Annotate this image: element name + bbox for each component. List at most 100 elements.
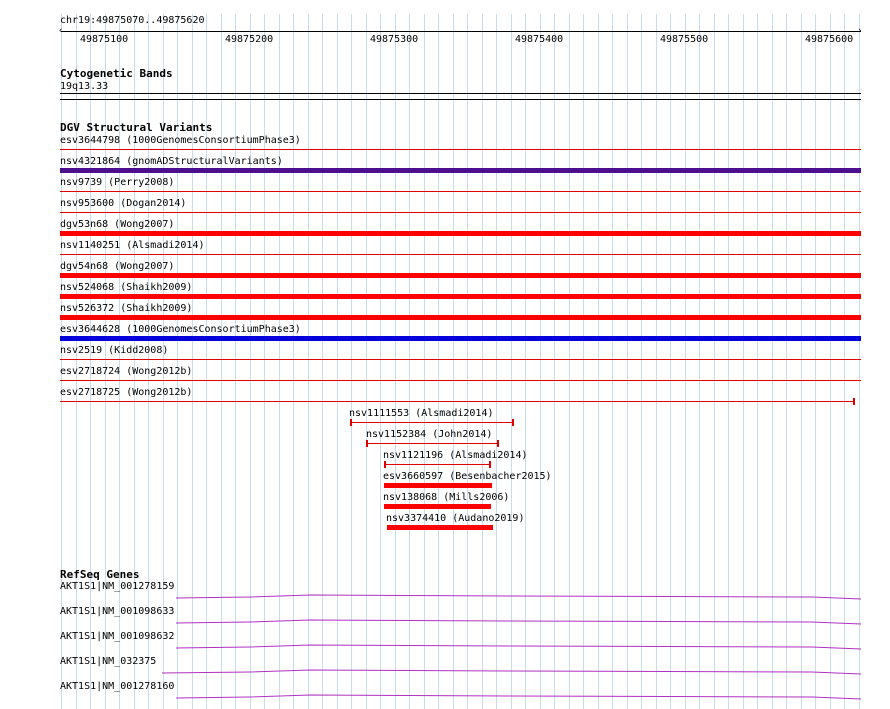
grid-line <box>656 14 657 709</box>
variant-label[interactable]: esv3644798 (1000GenomesConsortiumPhase3) <box>60 135 301 146</box>
grid-line <box>351 14 352 709</box>
grid-line <box>743 14 744 709</box>
variant-bar[interactable] <box>60 231 861 236</box>
grid-line <box>177 14 178 709</box>
gene-model[interactable] <box>0 615 890 627</box>
ruler-label: chr19:49875070..49875620 <box>60 15 205 26</box>
grid-line <box>163 14 164 709</box>
variant-line[interactable] <box>351 422 513 423</box>
variant-line[interactable] <box>60 380 861 381</box>
grid-line <box>598 14 599 709</box>
variant-bar[interactable] <box>60 168 861 173</box>
variant-line[interactable] <box>60 254 861 255</box>
variant-line[interactable] <box>60 191 861 192</box>
variant-end-tick <box>366 440 368 447</box>
variant-label[interactable]: nsv953600 (Dogan2014) <box>60 198 186 209</box>
grid-line <box>337 14 338 709</box>
grid-line <box>757 14 758 709</box>
grid-line <box>424 14 425 709</box>
grid-line <box>569 14 570 709</box>
variant-label[interactable]: esv3644628 (1000GenomesConsortiumPhase3) <box>60 324 301 335</box>
grid-line <box>583 14 584 709</box>
grid-line <box>772 14 773 709</box>
gene-model[interactable] <box>0 640 890 652</box>
grid-line <box>859 14 860 709</box>
grid-line <box>482 14 483 709</box>
cytoband-top-line <box>60 93 861 94</box>
variant-label[interactable]: nsv4321864 (gnomADStructuralVariants) <box>60 156 283 167</box>
variant-label[interactable]: nsv1140251 (Alsmadi2014) <box>60 240 205 251</box>
grid-line <box>801 14 802 709</box>
grid-line <box>453 14 454 709</box>
variant-bar[interactable] <box>60 294 861 299</box>
variant-label[interactable]: nsv9739 (Perry2008) <box>60 177 174 188</box>
grid-line <box>641 14 642 709</box>
grid-line <box>221 14 222 709</box>
variant-label[interactable]: nsv1152384 (John2014) <box>366 429 492 440</box>
variant-line[interactable] <box>60 149 861 150</box>
ruler-tick-label: 49875300 <box>370 34 419 45</box>
variant-end-tick <box>512 419 514 426</box>
ruler-tick-label: 49875100 <box>80 34 129 45</box>
variant-bar[interactable] <box>60 315 861 320</box>
variant-label[interactable]: nsv2519 (Kidd2008) <box>60 345 168 356</box>
grid-line <box>134 14 135 709</box>
variant-line[interactable] <box>367 443 498 444</box>
variant-label[interactable]: nsv1121196 (Alsmadi2014) <box>383 450 528 461</box>
variant-label[interactable]: nsv138068 (Mills2006) <box>383 492 509 503</box>
grid-line <box>409 14 410 709</box>
grid-line <box>714 14 715 709</box>
grid-line <box>699 14 700 709</box>
ruler-tick-label: 49875500 <box>660 34 709 45</box>
variant-label[interactable]: nsv524068 (Shaikh2009) <box>60 282 192 293</box>
variant-line[interactable] <box>60 359 861 360</box>
grid-line <box>612 14 613 709</box>
gene-model[interactable] <box>0 665 890 677</box>
grid-line <box>192 14 193 709</box>
grid-line <box>496 14 497 709</box>
grid-line <box>235 14 236 709</box>
cytoband-label[interactable]: 19q13.33 <box>60 81 108 92</box>
grid-line <box>467 14 468 709</box>
variant-bar[interactable] <box>384 483 492 488</box>
grid-line <box>511 14 512 709</box>
variant-bar[interactable] <box>60 336 861 341</box>
variant-label[interactable]: nsv1111553 (Alsmadi2014) <box>349 408 494 419</box>
ruler-left-arrow-icon: ‹ <box>58 26 64 36</box>
grid-line <box>76 14 77 709</box>
grid-line <box>815 14 816 709</box>
grid-line <box>627 14 628 709</box>
grid-line <box>380 14 381 709</box>
grid-line <box>90 14 91 709</box>
variant-label[interactable]: dgv53n68 (Wong2007) <box>60 219 174 230</box>
variant-line[interactable] <box>60 212 861 213</box>
grid-line <box>322 14 323 709</box>
gene-model[interactable] <box>0 590 890 602</box>
grid-line <box>786 14 787 709</box>
grid-line <box>438 14 439 709</box>
variant-label[interactable]: nsv526372 (Shaikh2009) <box>60 303 192 314</box>
variant-line[interactable] <box>385 464 490 465</box>
variant-bar[interactable] <box>60 273 861 278</box>
variant-label[interactable]: esv3660597 (Besenbacher2015) <box>383 471 552 482</box>
variant-label[interactable]: nsv3374410 (Audano2019) <box>386 513 524 524</box>
grid-line <box>395 14 396 709</box>
variant-label[interactable]: esv2718724 (Wong2012b) <box>60 366 192 377</box>
variant-label[interactable]: esv2718725 (Wong2012b) <box>60 387 192 398</box>
track-title: DGV Structural Variants <box>60 121 213 134</box>
grid-line <box>830 14 831 709</box>
variant-end-tick <box>489 461 491 468</box>
variant-end-tick <box>384 461 386 468</box>
variant-bar[interactable] <box>384 504 491 509</box>
variant-line[interactable] <box>60 401 854 402</box>
grid-line <box>293 14 294 709</box>
variant-bar[interactable] <box>387 525 493 530</box>
grid-line <box>685 14 686 709</box>
ruler-right-arrow-icon: › <box>857 26 863 36</box>
grid-line <box>148 14 149 709</box>
gene-model[interactable] <box>0 690 890 702</box>
grid-line <box>279 14 280 709</box>
grid-line <box>366 14 367 709</box>
variant-label[interactable]: dgv54n68 (Wong2007) <box>60 261 174 272</box>
grid-line <box>540 14 541 709</box>
